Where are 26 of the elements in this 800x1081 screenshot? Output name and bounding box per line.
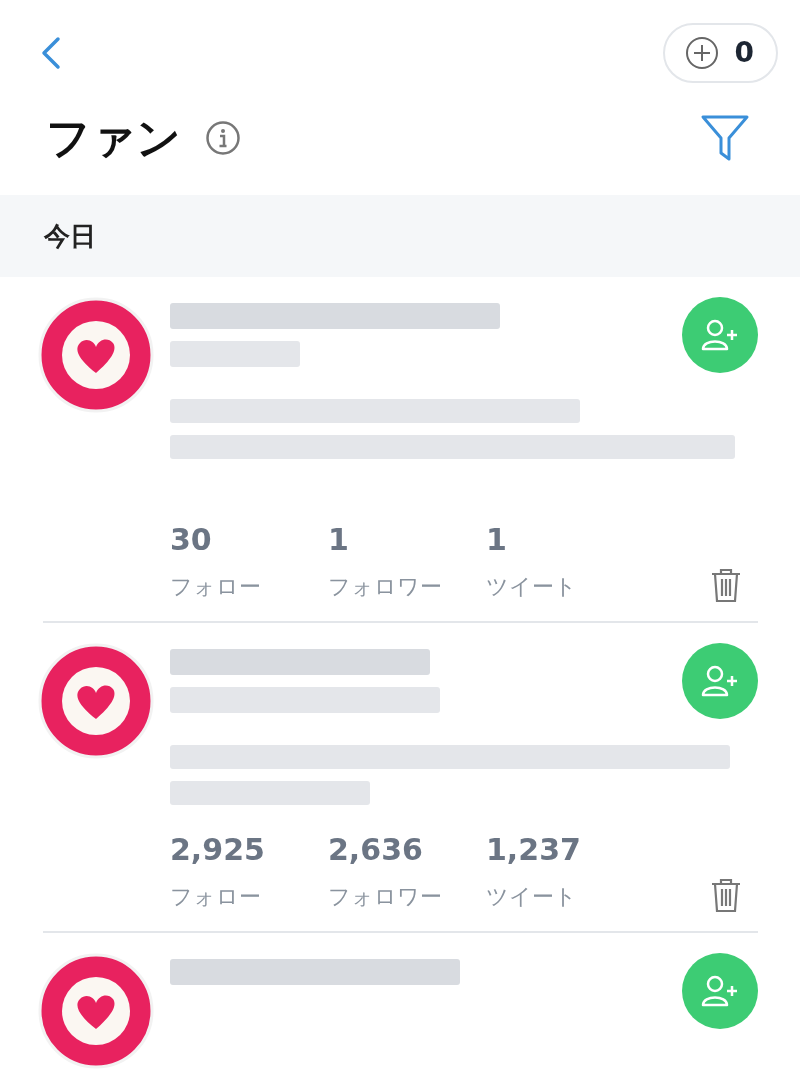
add-person-icon: [700, 317, 740, 353]
stat-label: フォロー: [170, 573, 262, 601]
trash-icon[interactable]: [710, 877, 742, 913]
trash-icon[interactable]: [710, 567, 742, 603]
info-icon[interactable]: [205, 120, 241, 156]
stat-value: 30: [170, 521, 213, 559]
stat-label: ツイート: [486, 573, 578, 601]
avatar-icon: [38, 297, 154, 413]
avatar-icon: [38, 953, 154, 1069]
stat-value: 1,237: [486, 831, 582, 869]
stat-label: ツイート: [486, 883, 578, 911]
stat-value: 2,925: [170, 831, 266, 869]
stat-label: フォロー: [170, 883, 262, 911]
filter-icon[interactable]: [700, 113, 750, 163]
counter-button[interactable]: 0: [662, 22, 778, 83]
stat-value: 1: [486, 521, 508, 559]
add-person-icon: [700, 973, 740, 1009]
avatar-icon: [38, 643, 154, 759]
stat-label: フォロワー: [328, 573, 443, 601]
stat-label: フォロワー: [328, 883, 443, 911]
stat-value: 2,636: [328, 831, 424, 869]
page-title: ファン: [46, 111, 181, 165]
add-person-icon: [700, 663, 740, 699]
plus-circle-icon: [684, 35, 719, 70]
section-header: 今日: [44, 219, 96, 253]
stat-value: 1: [328, 521, 350, 559]
